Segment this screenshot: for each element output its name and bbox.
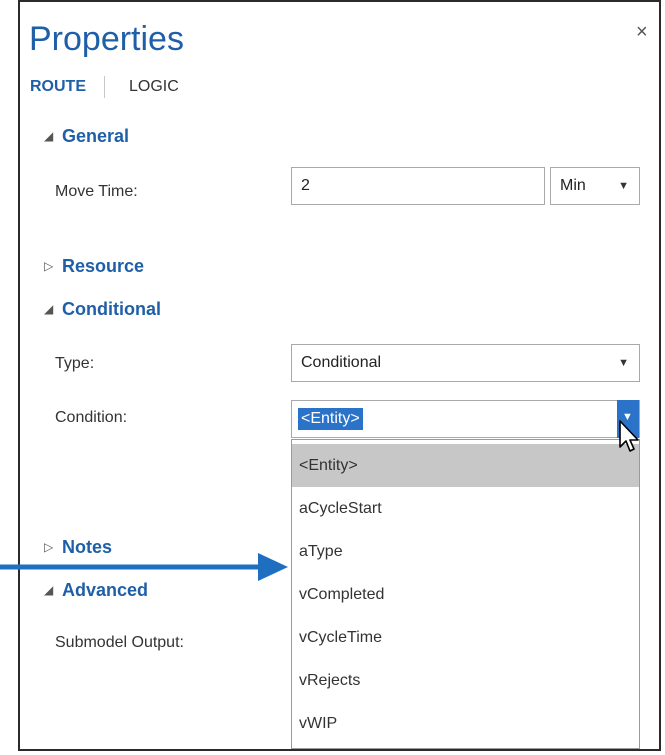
section-advanced-header[interactable]: ◢ Advanced [44,580,148,601]
chevron-down-icon: ▼ [618,357,629,369]
condition-label: Condition: [55,409,128,426]
dropdown-option[interactable]: vWIP [292,702,639,745]
move-time-input[interactable]: 2 [291,167,545,205]
close-icon[interactable]: × [636,22,648,42]
submodel-output-label: Submodel Output: [55,634,184,651]
dropdown-option[interactable]: vCompleted [292,573,639,616]
dropdown-option[interactable]: <Entity> [292,444,639,487]
dropdown-option[interactable]: aType [292,530,639,573]
condition-select[interactable]: <Entity> [291,400,640,438]
panel-title: Properties [29,20,184,58]
tab-route[interactable]: ROUTE [30,78,86,96]
condition-dropdown-list: <Entity> aCycleStart aType vCompleted vC… [291,439,640,749]
move-time-unit-select[interactable]: Min ▼ [550,167,640,205]
type-select[interactable]: Conditional ▼ [291,344,640,382]
triangle-down-icon: ◢ [44,129,54,143]
condition-selected-value: <Entity> [298,408,363,430]
triangle-down-icon: ◢ [44,583,54,597]
tab-logic[interactable]: LOGIC [129,78,179,96]
dropdown-option[interactable]: vRejects [292,659,639,702]
tab-divider [104,76,105,98]
move-time-label: Move Time: [55,183,138,200]
section-resource-header[interactable]: ▷ Resource [44,256,144,277]
blue-arrow-icon [0,553,288,581]
mouse-pointer-icon [619,420,639,452]
triangle-right-icon: ▷ [44,259,54,273]
triangle-down-icon: ◢ [44,302,54,316]
section-conditional-header[interactable]: ◢ Conditional [44,299,161,320]
type-label: Type: [55,355,95,372]
dropdown-option[interactable]: aCycleStart [292,487,639,530]
chevron-down-icon: ▼ [618,180,629,192]
dropdown-option[interactable]: vCycleTime [292,616,639,659]
section-general-header[interactable]: ◢ General [44,126,129,147]
